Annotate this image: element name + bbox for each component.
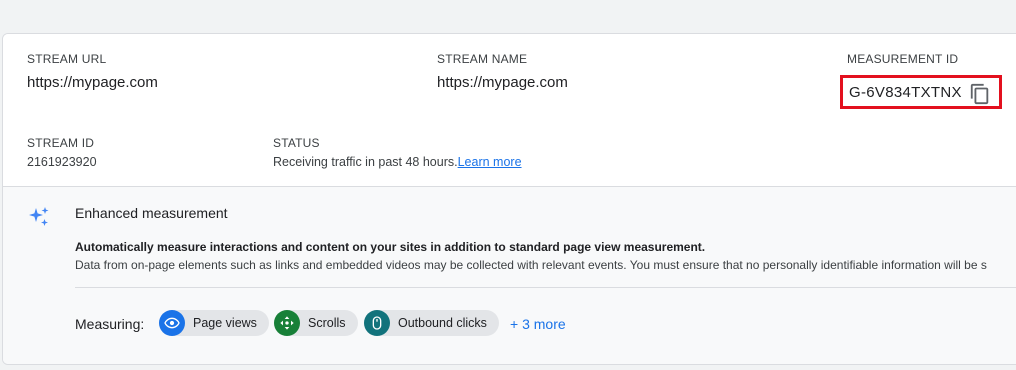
- copy-icon[interactable]: [969, 83, 991, 105]
- section-divider: [75, 287, 1016, 288]
- learn-more-link[interactable]: Learn more: [458, 155, 522, 169]
- chip-label: Scrolls: [308, 316, 346, 330]
- chip-label: Outbound clicks: [398, 316, 487, 330]
- stream-name-value: https://mypage.com: [437, 74, 568, 91]
- stream-url-label: STREAM URL: [27, 52, 107, 66]
- chip-label: Page views: [193, 316, 257, 330]
- mouse-icon: [364, 310, 390, 336]
- status-label: STATUS: [273, 136, 320, 150]
- chip-page-views[interactable]: Page views: [159, 310, 269, 336]
- chip-outbound-clicks[interactable]: Outbound clicks: [364, 310, 499, 336]
- stream-details-section: STREAM URL https://mypage.com STREAM NAM…: [3, 34, 1016, 187]
- enhanced-measurement-disclaimer: Data from on-page elements such as links…: [75, 258, 987, 272]
- status-value: Receiving traffic in past 48 hours.Learn…: [273, 155, 522, 169]
- eye-icon: [159, 310, 185, 336]
- chip-scrolls[interactable]: Scrolls: [274, 310, 358, 336]
- enhanced-measurement-section: Enhanced measurement Automatically measu…: [3, 187, 1016, 364]
- enhanced-measurement-description: Automatically measure interactions and c…: [75, 240, 706, 254]
- scroll-arrows-icon: [274, 310, 300, 336]
- web-stream-details-card: STREAM URL https://mypage.com STREAM NAM…: [2, 33, 1016, 365]
- stream-url-value: https://mypage.com: [27, 74, 158, 91]
- sparkle-icon: [27, 205, 51, 229]
- enhanced-measurement-title: Enhanced measurement: [75, 205, 228, 221]
- measurement-id-value: G-6V834TXTNX: [849, 83, 962, 101]
- stream-id-label: STREAM ID: [27, 136, 95, 150]
- stream-id-value: 2161923920: [27, 155, 97, 169]
- measurement-id-label: MEASUREMENT ID: [847, 52, 959, 66]
- measuring-label: Measuring:: [75, 316, 145, 332]
- status-text: Receiving traffic in past 48 hours.: [273, 155, 458, 169]
- stream-name-label: STREAM NAME: [437, 52, 528, 66]
- measurement-id-highlight: G-6V834TXTNX: [840, 75, 1002, 109]
- more-measurements-link[interactable]: + 3 more: [510, 316, 566, 332]
